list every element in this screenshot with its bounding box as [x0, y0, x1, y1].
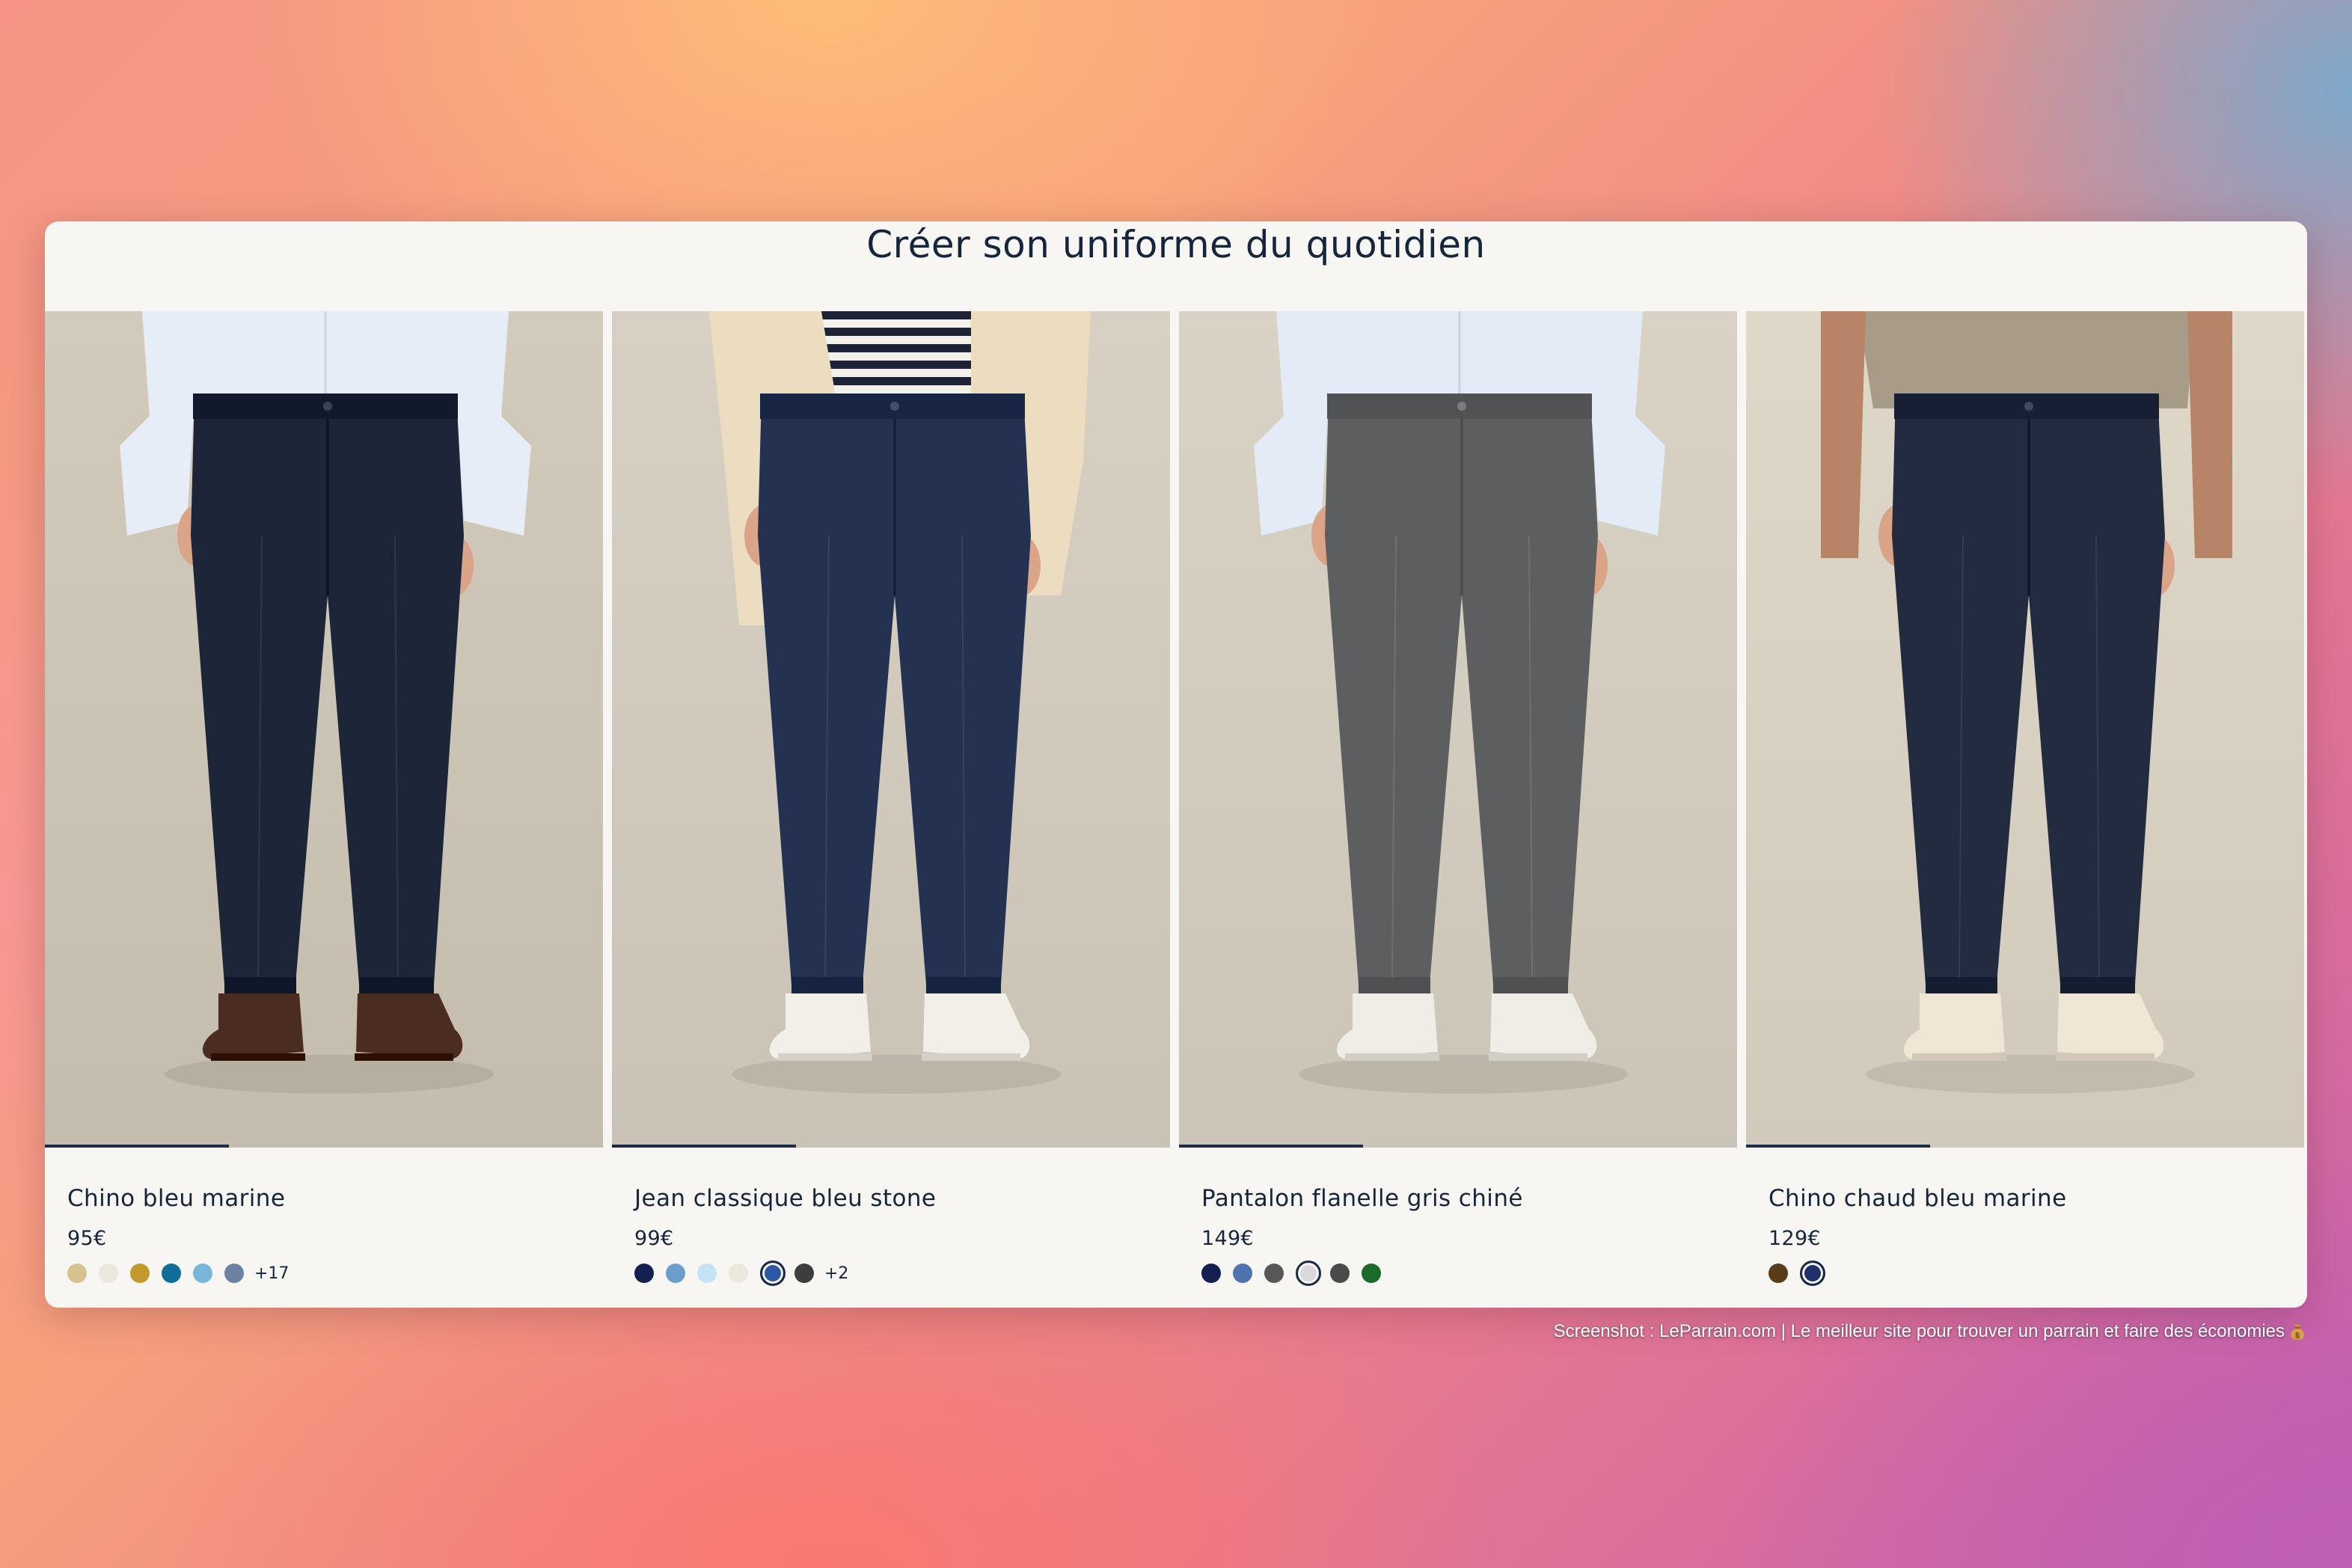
- image-progress-bar: [45, 1145, 603, 1148]
- color-swatches: +2: [634, 1258, 848, 1288]
- product-card[interactable]: Jean classique bleu stone 99€ +2: [612, 311, 1170, 1308]
- color-swatch[interactable]: [99, 1264, 118, 1283]
- more-colors-count[interactable]: +2: [824, 1264, 848, 1283]
- product-price: 149€: [1201, 1227, 1254, 1250]
- product-name[interactable]: Chino bleu marine: [67, 1185, 285, 1212]
- color-swatch[interactable]: [1330, 1264, 1350, 1283]
- image-progress-fill: [1746, 1145, 1931, 1148]
- image-progress-fill: [612, 1145, 797, 1148]
- image-progress-fill: [45, 1145, 230, 1148]
- color-swatch[interactable]: [634, 1264, 654, 1283]
- color-swatch[interactable]: [130, 1264, 150, 1283]
- trousers-photo: [612, 311, 1170, 1148]
- product-card[interactable]: Pantalon flanelle gris chiné 149€: [1179, 311, 1737, 1308]
- product-image[interactable]: [612, 311, 1170, 1148]
- product-price: 99€: [634, 1227, 674, 1250]
- product-name[interactable]: Jean classique bleu stone: [634, 1185, 936, 1212]
- product-name[interactable]: Chino chaud bleu marine: [1768, 1185, 2067, 1212]
- color-swatch[interactable]: [1233, 1264, 1252, 1283]
- trousers-photo: [45, 311, 603, 1148]
- color-swatch[interactable]: [67, 1264, 87, 1283]
- product-grid: Chino bleu marine 95€ +17 Jean classique…: [45, 311, 2307, 1308]
- color-swatch[interactable]: [729, 1264, 748, 1283]
- color-swatches: +17: [67, 1258, 289, 1288]
- product-name[interactable]: Pantalon flanelle gris chiné: [1201, 1185, 1523, 1212]
- screenshot-credit-text: Screenshot : LeParrain.com | Le meilleur…: [1553, 1321, 2285, 1341]
- color-swatch[interactable]: [162, 1264, 181, 1283]
- color-swatch[interactable]: [760, 1261, 785, 1286]
- color-swatch[interactable]: [1264, 1264, 1284, 1283]
- product-price: 95€: [67, 1227, 107, 1250]
- color-swatch[interactable]: [666, 1264, 685, 1283]
- moneybag-icon: $: [2289, 1323, 2306, 1341]
- image-progress-bar: [1746, 1145, 2304, 1148]
- more-colors-count[interactable]: +17: [254, 1264, 289, 1283]
- color-swatch[interactable]: [794, 1264, 814, 1283]
- section-title: Créer son uniforme du quotidien: [866, 223, 1486, 266]
- product-card[interactable]: Chino chaud bleu marine 129€: [1746, 311, 2304, 1308]
- color-swatch[interactable]: [1201, 1264, 1221, 1283]
- trousers-photo: [1746, 311, 2304, 1148]
- color-swatch[interactable]: [193, 1264, 212, 1283]
- product-price: 129€: [1768, 1227, 1821, 1250]
- product-image[interactable]: [45, 311, 603, 1148]
- color-swatches: [1768, 1258, 1834, 1288]
- image-progress-fill: [1179, 1145, 1364, 1148]
- product-image[interactable]: [1746, 311, 2304, 1148]
- trousers-photo: [1179, 311, 1737, 1148]
- color-swatch[interactable]: [224, 1264, 244, 1283]
- color-swatch[interactable]: [1768, 1264, 1788, 1283]
- product-carousel-card: Créer son uniforme du quotidien Chino bl…: [45, 221, 2307, 1308]
- svg-text:$: $: [2295, 1332, 2300, 1340]
- screenshot-credit: Screenshot : LeParrain.com | Le meilleur…: [1554, 1321, 2306, 1342]
- image-progress-bar: [1179, 1145, 1737, 1148]
- color-swatch[interactable]: [1800, 1261, 1825, 1286]
- color-swatches: [1201, 1258, 1393, 1288]
- color-swatch[interactable]: [1362, 1264, 1381, 1283]
- color-swatch[interactable]: [697, 1264, 717, 1283]
- product-card[interactable]: Chino bleu marine 95€ +17: [45, 311, 603, 1308]
- color-swatch[interactable]: [1296, 1261, 1321, 1286]
- product-image[interactable]: [1179, 311, 1737, 1148]
- image-progress-bar: [612, 1145, 1170, 1148]
